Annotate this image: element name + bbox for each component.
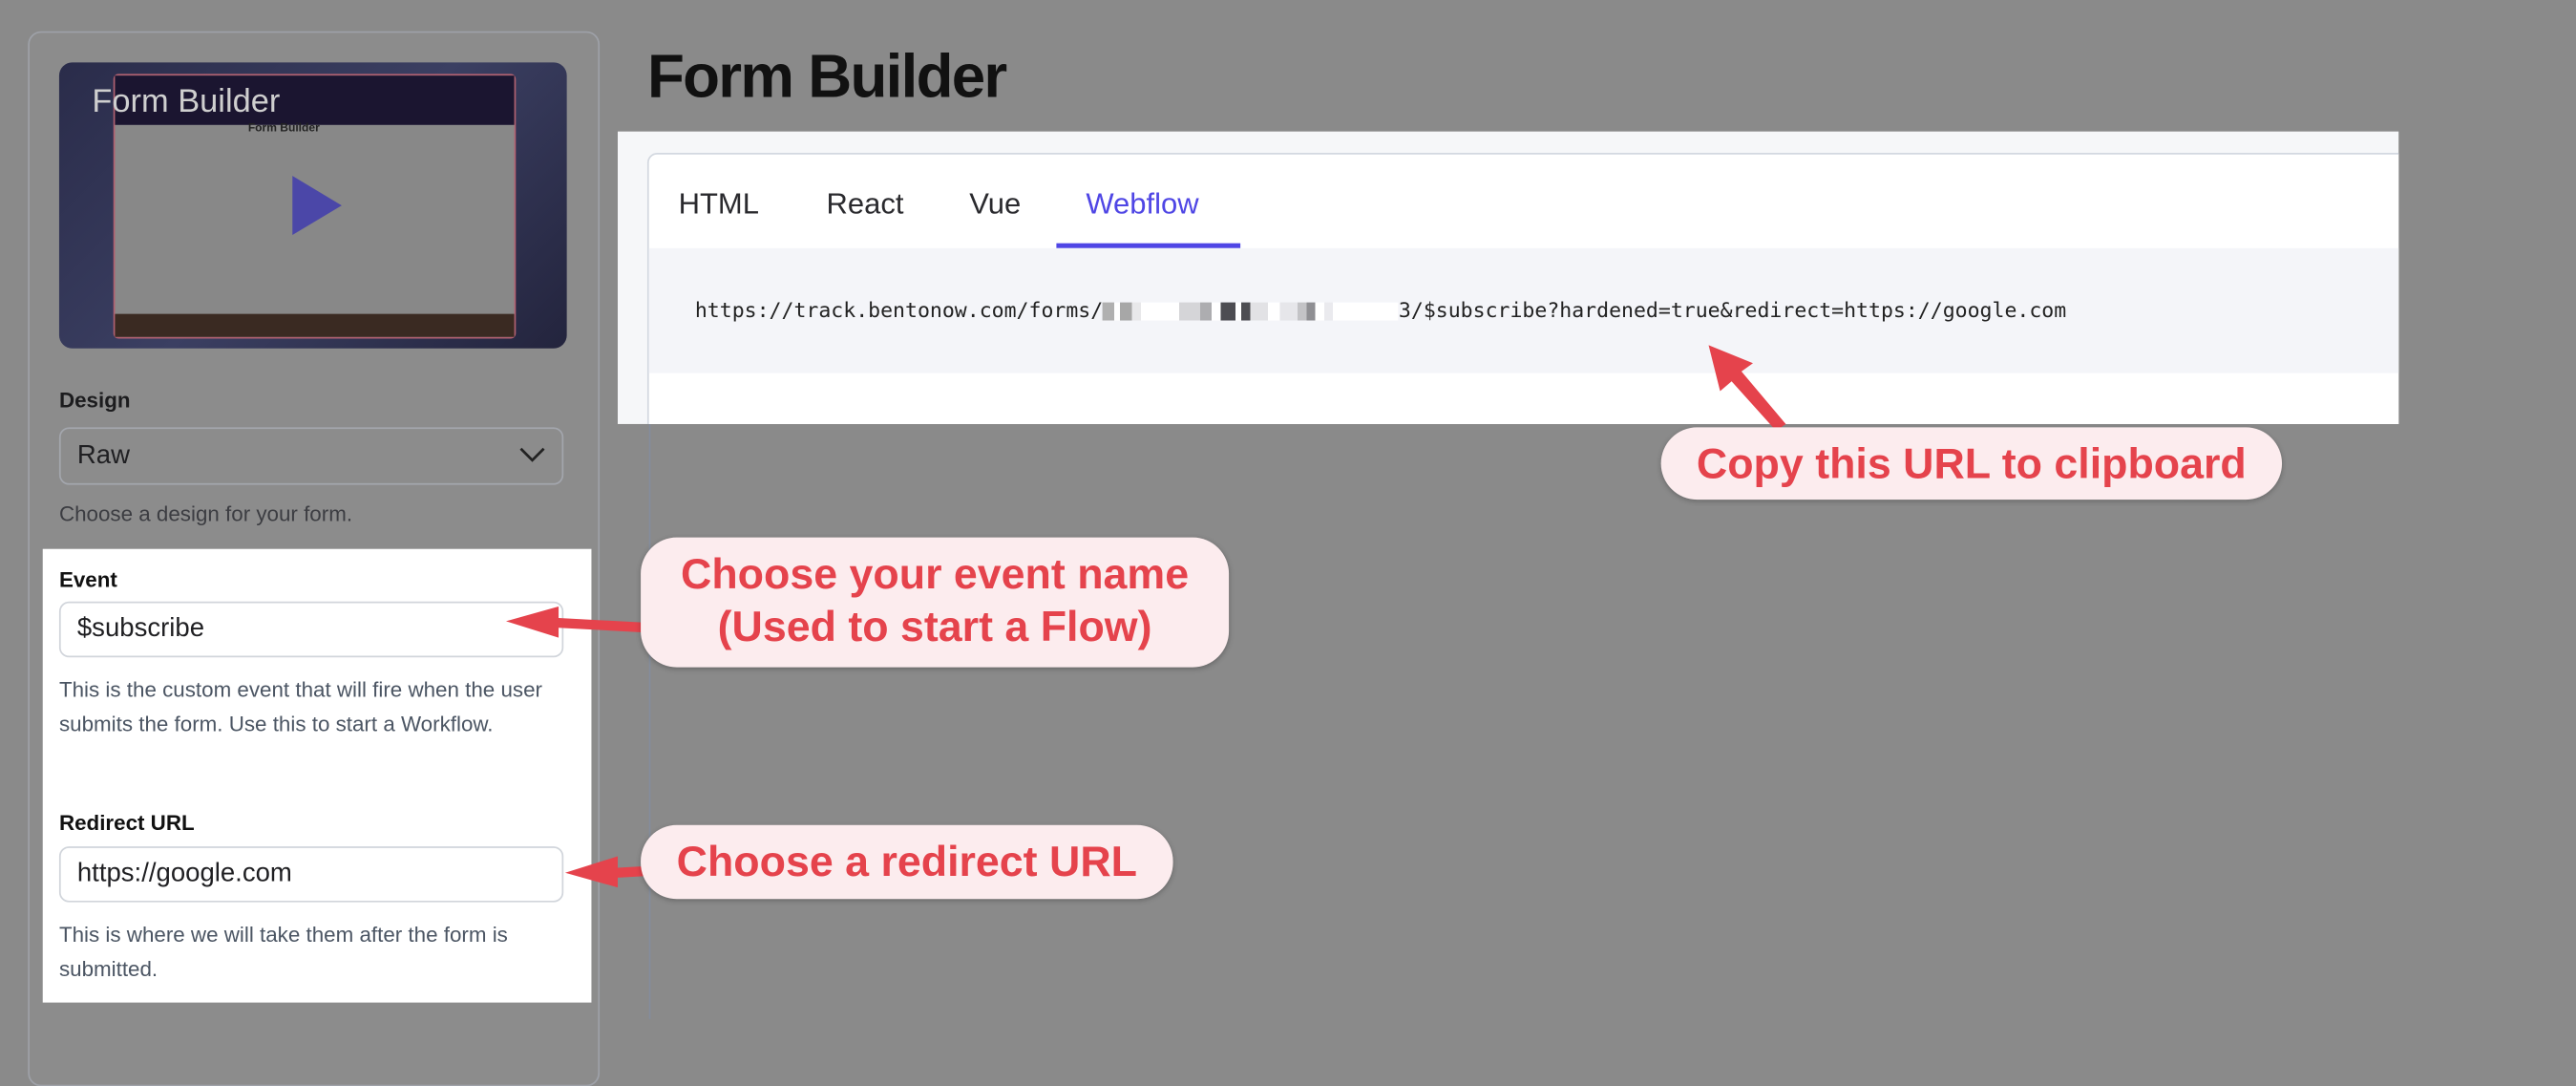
annotation-event-line2: (Used to start a Flow) <box>717 601 1152 651</box>
arrow-copy-url <box>1708 345 1786 431</box>
annotation-copy-text: Copy this URL to clipboard <box>1696 438 2247 489</box>
annotation-event: Choose your event name (Used to start a … <box>641 537 1230 668</box>
annotation-redirect-text: Choose a redirect URL <box>676 836 1137 886</box>
annotation-redirect: Choose a redirect URL <box>641 824 1173 900</box>
annotation-copy-url: Copy this URL to clipboard <box>1660 427 2283 500</box>
annotation-arrows <box>505 345 1786 888</box>
annotation-event-line1: Choose your event name <box>681 548 1190 599</box>
arrow-redirect <box>564 856 647 888</box>
